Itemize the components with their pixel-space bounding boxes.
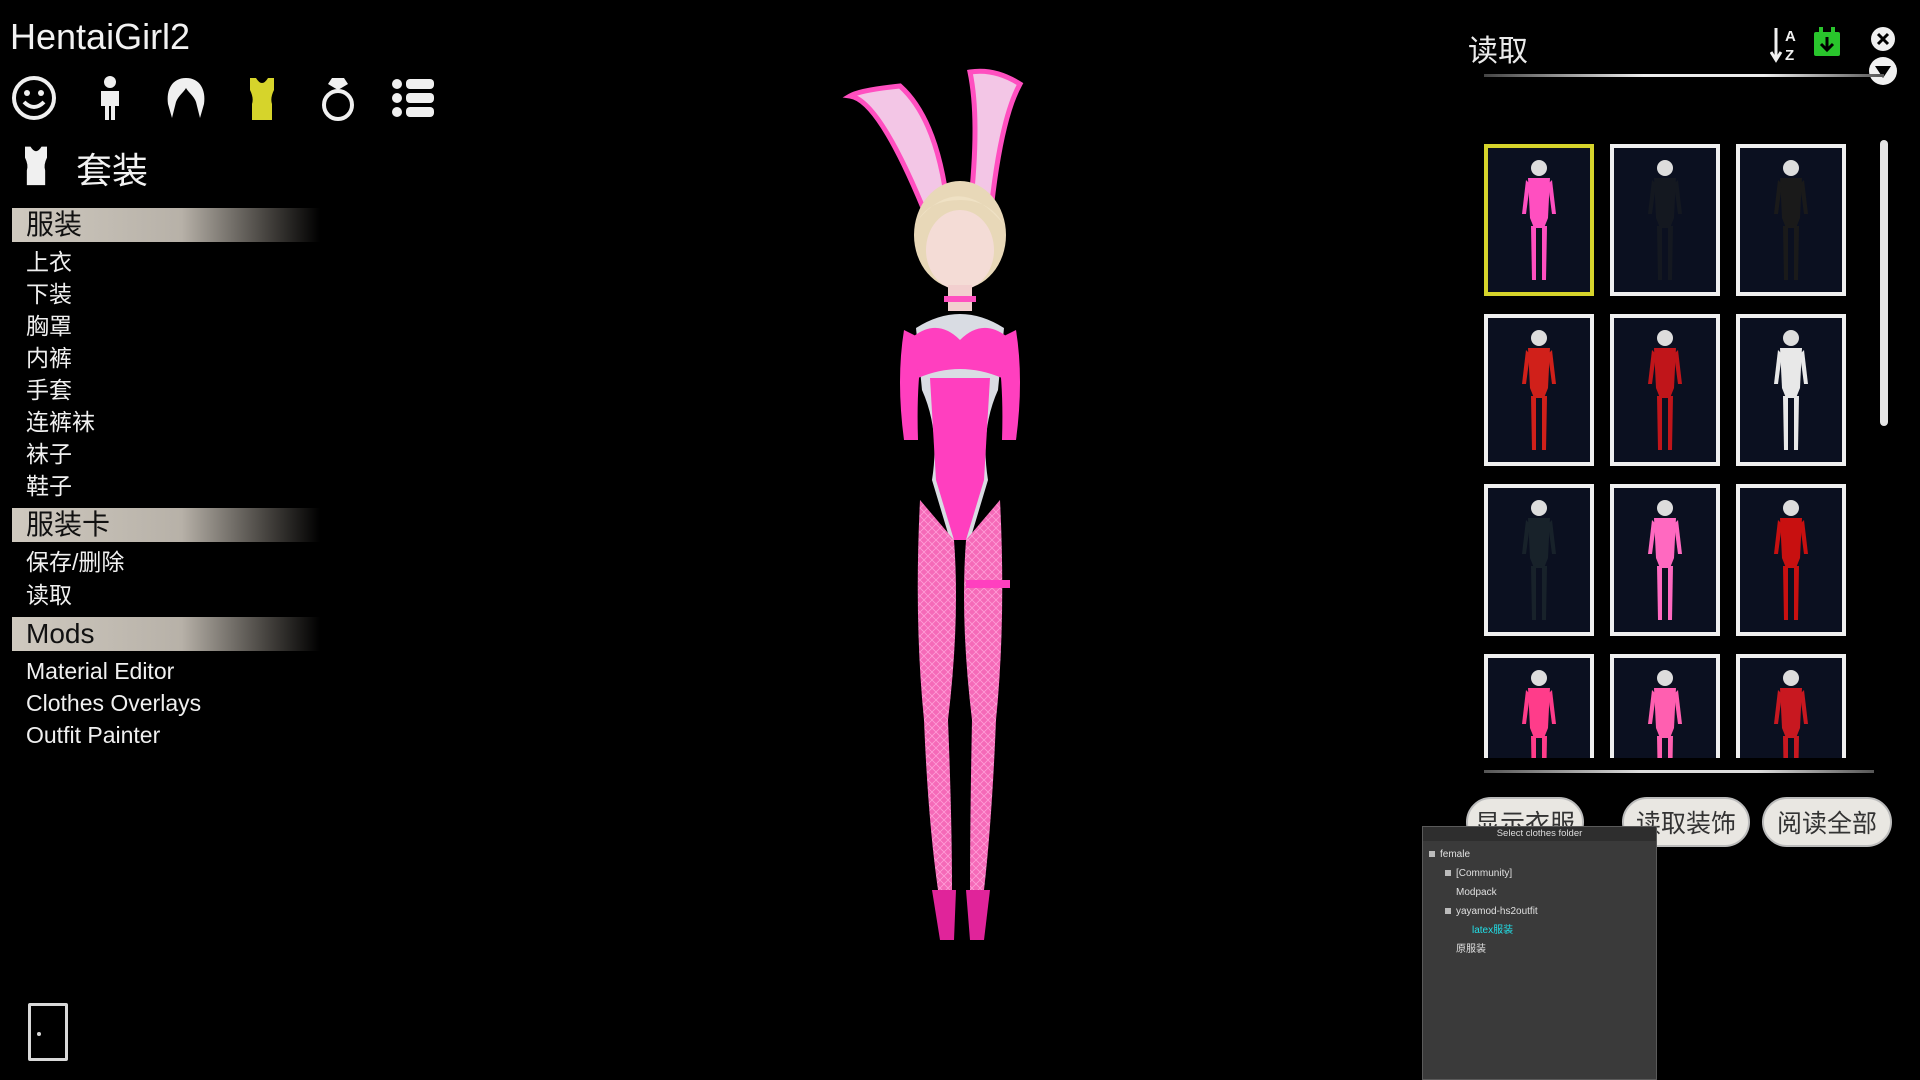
outfit-thumbnail-grid <box>1484 144 1846 758</box>
menu-item-top[interactable]: 上衣 <box>26 246 72 278</box>
expand-toggle-icon[interactable] <box>1445 908 1451 915</box>
select-folder-popup: Select clothes folder female [Community] M… <box>1422 826 1657 1080</box>
expand-toggle-icon[interactable] <box>1429 851 1435 858</box>
folder-node[interactable]: latex服装 <box>1461 925 1513 937</box>
folder-node[interactable]: yayamod-hs2outfit <box>1445 906 1538 918</box>
outfit-figure-icon <box>1614 658 1716 758</box>
svg-text:A: A <box>1785 28 1796 45</box>
close-icon[interactable] <box>1870 26 1896 52</box>
outfit-icon <box>14 140 58 195</box>
outfit-thumbnail[interactable] <box>1736 314 1846 466</box>
outfit-thumbnail[interactable] <box>1610 144 1720 296</box>
menu-item-outfit-painter[interactable]: Outfit Painter <box>26 719 160 751</box>
outfit-figure-icon <box>1488 318 1590 462</box>
chevron-down-icon[interactable] <box>1868 56 1898 86</box>
outfit-figure-icon <box>1740 148 1842 292</box>
hair-icon[interactable] <box>162 70 210 126</box>
menu-item-socks[interactable]: 袜子 <box>26 438 72 470</box>
outfit-thumbnail[interactable] <box>1610 314 1720 466</box>
list-menu-icon[interactable] <box>390 70 438 126</box>
outfit-figure-icon <box>1740 488 1842 632</box>
outfit-thumbnail[interactable] <box>1484 654 1594 758</box>
folder-node[interactable]: [Community] <box>1445 868 1512 880</box>
menu-item-panties[interactable]: 内裤 <box>26 342 72 374</box>
menu-item-material-editor[interactable]: Material Editor <box>26 655 174 687</box>
folder-node-label: [Community] <box>1456 868 1513 879</box>
group-header-clothing[interactable]: 服装 <box>12 208 320 242</box>
menu-item-shoes[interactable]: 鞋子 <box>26 470 72 502</box>
outfit-figure-icon <box>1740 318 1842 462</box>
category-icon-bar <box>10 70 438 126</box>
outfit-thumbnail[interactable] <box>1736 654 1846 758</box>
folder-node[interactable]: female <box>1429 849 1470 861</box>
outfit-thumbnail[interactable] <box>1736 484 1846 636</box>
app-title: HentaiGirl2 <box>10 16 191 57</box>
menu-item-bra[interactable]: 胸罩 <box>26 310 72 342</box>
menu-item-gloves[interactable]: 手套 <box>26 374 72 406</box>
menu-item-clothes-overlays[interactable]: Clothes Overlays <box>26 687 201 719</box>
outfit-thumbnail[interactable] <box>1736 144 1846 296</box>
outfit-figure-icon <box>1488 488 1590 632</box>
character-model <box>842 68 1024 940</box>
menu-item-save-delete[interactable]: 保存/删除 <box>26 546 124 578</box>
face-icon[interactable] <box>10 70 58 126</box>
load-file-icon[interactable] <box>1812 26 1842 58</box>
folder-node-label: Modpack <box>1456 887 1497 898</box>
outfit-figure-icon <box>1488 658 1590 758</box>
read-all-button[interactable]: 阅读全部 <box>1762 797 1892 847</box>
group-header-clothing-card[interactable]: 服装卡 <box>12 508 320 542</box>
menu-item-bottom[interactable]: 下装 <box>26 278 72 310</box>
outfit-figure-icon <box>1614 318 1716 462</box>
outfit-thumbnail[interactable] <box>1484 144 1594 296</box>
load-panel-divider <box>1484 74 1884 77</box>
menu-item-load[interactable]: 读取 <box>26 579 72 611</box>
outfit-figure-icon <box>1614 148 1716 292</box>
body-icon[interactable] <box>86 70 134 126</box>
outfit-figure-icon <box>1740 658 1842 758</box>
folder-node-label: 原服装 <box>1456 944 1486 955</box>
folder-node-label: latex服装 <box>1472 925 1514 936</box>
folder-node-label: female <box>1440 849 1471 860</box>
folder-popup-title: Select clothes folder <box>1423 827 1656 841</box>
folder-node-label: yayamod-hs2outfit <box>1456 906 1538 917</box>
folder-node[interactable]: 原服装 <box>1445 944 1486 956</box>
expand-toggle-icon[interactable] <box>1445 870 1451 877</box>
section-header: 套装 <box>14 140 148 195</box>
accessory-ring-icon[interactable] <box>314 70 362 126</box>
thumbnail-bottom-divider <box>1484 770 1874 773</box>
outfit-thumbnail[interactable] <box>1484 484 1594 636</box>
outfit-thumbnail[interactable] <box>1610 654 1720 758</box>
outfit-figure-icon <box>1614 488 1716 632</box>
clothes-icon[interactable] <box>238 70 286 126</box>
folder-node[interactable]: Modpack <box>1445 887 1497 899</box>
thumbnail-scrollbar[interactable] <box>1880 140 1888 426</box>
outfit-figure-icon <box>1488 148 1590 292</box>
outfit-thumbnail[interactable] <box>1610 484 1720 636</box>
section-title: 套装 <box>76 149 149 191</box>
exit-door-icon[interactable] <box>28 1003 68 1061</box>
sort-az-icon[interactable]: A Z <box>1770 24 1804 64</box>
group-header-mods[interactable]: Mods <box>12 617 320 651</box>
menu-item-pantyhose[interactable]: 连裤袜 <box>26 406 95 438</box>
svg-text:Z: Z <box>1785 47 1794 64</box>
outfit-thumbnail[interactable] <box>1484 314 1594 466</box>
load-panel-title: 读取 <box>1468 35 1528 68</box>
